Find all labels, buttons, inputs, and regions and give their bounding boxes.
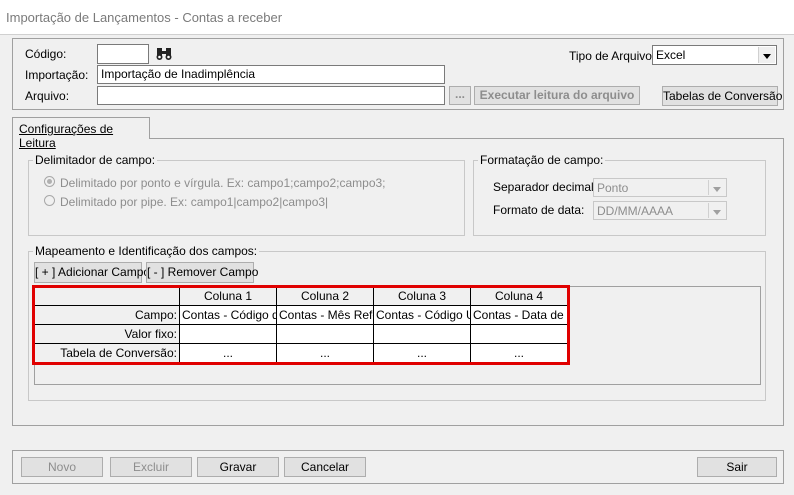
arquivo-field[interactable]: [97, 86, 445, 105]
formatacao-group: [473, 160, 766, 236]
chevron-down-icon[interactable]: [708, 203, 725, 218]
tab-label: Configurações de Leitura: [19, 122, 114, 150]
valor-fixo-cell[interactable]: [374, 325, 471, 344]
campo-cell[interactable]: Contas - Código do: [180, 306, 277, 325]
arquivo-label: Arquivo:: [25, 89, 70, 103]
formatacao-legend: Formatação de campo:: [478, 153, 606, 167]
column-header[interactable]: Coluna 4: [471, 287, 568, 306]
tabelas-conversao-button[interactable]: Tabelas de Conversão: [662, 86, 782, 106]
window-title: Importação de Lançamentos - Contas a rec…: [0, 0, 794, 34]
formato-data-select[interactable]: DD/MM/AAAA: [593, 201, 727, 220]
novo-button[interactable]: Novo: [21, 457, 103, 477]
grid-corner: [35, 287, 180, 306]
tipo-arquivo-label: Tipo de Arquivo:: [569, 49, 656, 63]
formato-data-label: Formato de data:: [493, 203, 585, 217]
chevron-down-icon[interactable]: [758, 47, 775, 63]
remover-campo-button[interactable]: [ - ] Remover Campo: [146, 262, 258, 283]
campo-cell[interactable]: Contas - Data de Ve: [471, 306, 568, 325]
tabela-conversao-cell[interactable]: ...: [471, 344, 568, 363]
valor-fixo-cell[interactable]: [471, 325, 568, 344]
radio-pipe[interactable]: [44, 195, 55, 206]
importacao-label: Importação:: [25, 68, 89, 82]
browse-button[interactable]: ...: [449, 86, 471, 105]
tabela-conversao-cell[interactable]: ...: [374, 344, 471, 363]
separador-label: Separador decimal:: [493, 180, 598, 194]
tabela-conversao-cell[interactable]: ...: [180, 344, 277, 363]
campo-cell[interactable]: Contas - Mês Refere: [277, 306, 374, 325]
radio-ponto-virgula-label: Delimitado por ponto e vírgula. Ex: camp…: [60, 176, 386, 190]
title-divider: [0, 34, 794, 35]
valor-fixo-cell[interactable]: [277, 325, 374, 344]
chevron-down-icon[interactable]: [708, 180, 725, 195]
codigo-label: Código:: [25, 47, 67, 61]
tab-configuracoes-leitura[interactable]: Configurações de Leitura: [12, 117, 150, 150]
excluir-button[interactable]: Excluir: [110, 457, 192, 477]
gravar-button[interactable]: Gravar: [197, 457, 279, 477]
separador-value: Ponto: [597, 181, 629, 195]
row-header-tabela-conversao: Tabela de Conversão:: [35, 344, 180, 363]
binoculars-icon[interactable]: [153, 44, 175, 64]
column-header[interactable]: Coluna 3: [374, 287, 471, 306]
codigo-field[interactable]: [97, 44, 149, 64]
delimitador-legend: Delimitador de campo:: [33, 153, 158, 167]
mapping-grid: Coluna 1 Coluna 2 Coluna 3 Coluna 4 Camp…: [34, 286, 568, 363]
adicionar-campo-button[interactable]: [ + ] Adicionar Campo: [34, 262, 150, 283]
column-header[interactable]: Coluna 2: [277, 287, 374, 306]
tipo-arquivo-value: Excel: [656, 48, 686, 62]
cancelar-button[interactable]: Cancelar: [284, 457, 366, 477]
radio-ponto-virgula[interactable]: [44, 176, 55, 187]
formato-data-value: DD/MM/AAAA: [597, 204, 674, 218]
radio-pipe-label: Delimitado por pipe. Ex: campo1|campo2|c…: [60, 195, 329, 209]
campo-cell[interactable]: Contas - Código Un: [374, 306, 471, 325]
sair-button[interactable]: Sair: [697, 457, 777, 477]
row-header-valor-fixo: Valor fixo:: [35, 325, 180, 344]
executar-leitura-button[interactable]: Executar leitura do arquivo: [474, 86, 640, 105]
valor-fixo-cell[interactable]: [180, 325, 277, 344]
importacao-field[interactable]: Importação de Inadimplência: [97, 65, 445, 84]
tipo-arquivo-select[interactable]: Excel: [652, 45, 777, 65]
row-header-campo: Campo:: [35, 306, 180, 325]
separador-select[interactable]: Ponto: [593, 178, 727, 197]
mapeamento-legend: Mapeamento e Identificação dos campos:: [33, 244, 260, 258]
tabela-conversao-cell[interactable]: ...: [277, 344, 374, 363]
column-header[interactable]: Coluna 1: [180, 287, 277, 306]
